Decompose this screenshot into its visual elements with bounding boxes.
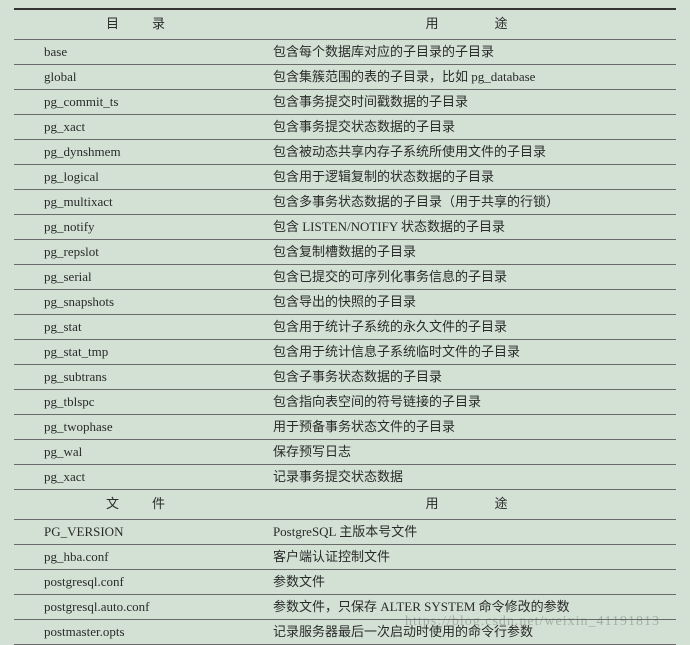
directory-desc: 包含 LISTEN/NOTIFY 状态数据的子目录 — [259, 214, 676, 239]
table-row: pg_subtrans包含子事务状态数据的子目录 — [14, 364, 676, 389]
table-row: pg_commit_ts包含事务提交时间戳数据的子目录 — [14, 89, 676, 114]
table-row: pg_twophase用于预备事务状态文件的子目录 — [14, 414, 676, 439]
directory-desc: 包含已提交的可序列化事务信息的子目录 — [259, 264, 676, 289]
table-subheader-row: 文 件 用 途 — [14, 489, 676, 519]
directory-desc: 包含用于统计子系统的永久文件的子目录 — [259, 314, 676, 339]
file-desc: 参数文件 — [259, 569, 676, 594]
directory-name: pg_multixact — [14, 189, 259, 214]
directory-desc: 保存预写日志 — [259, 439, 676, 464]
table-row: pg_stat_tmp包含用于统计信息子系统临时文件的子目录 — [14, 339, 676, 364]
directory-desc: 包含用于逻辑复制的状态数据的子目录 — [259, 164, 676, 189]
file-desc: 参数文件，只保存 ALTER SYSTEM 命令修改的参数 — [259, 594, 676, 619]
directory-name: pg_dynshmem — [14, 139, 259, 164]
file-desc: 记录服务器最后一次启动时使用的命令行参数 — [259, 619, 676, 644]
directory-desc: 包含事务提交状态数据的子目录 — [259, 114, 676, 139]
file-name: postgresql.auto.conf — [14, 594, 259, 619]
directory-name: pg_xact — [14, 114, 259, 139]
table-row: global包含集簇范围的表的子目录，比如 pg_database — [14, 64, 676, 89]
table-row: pg_stat包含用于统计子系统的永久文件的子目录 — [14, 314, 676, 339]
header-usage: 用 途 — [259, 9, 676, 39]
directory-name: pg_repslot — [14, 239, 259, 264]
table-row: pg_xact包含事务提交状态数据的子目录 — [14, 114, 676, 139]
directory-name: pg_stat_tmp — [14, 339, 259, 364]
table-row: postgresql.conf参数文件 — [14, 569, 676, 594]
directory-desc: 包含指向表空间的符号链接的子目录 — [259, 389, 676, 414]
directory-desc: 用于预备事务状态文件的子目录 — [259, 414, 676, 439]
file-name: postmaster.opts — [14, 619, 259, 644]
directory-name: pg_subtrans — [14, 364, 259, 389]
table-row: pg_logical包含用于逻辑复制的状态数据的子目录 — [14, 164, 676, 189]
table-row: pg_multixact包含多事务状态数据的子目录（用于共享的行锁） — [14, 189, 676, 214]
table-row: pg_tblspc包含指向表空间的符号链接的子目录 — [14, 389, 676, 414]
table-row: pg_repslot包含复制槽数据的子目录 — [14, 239, 676, 264]
file-name: pg_hba.conf — [14, 544, 259, 569]
directory-name: base — [14, 39, 259, 64]
file-desc: PostgreSQL 主版本号文件 — [259, 519, 676, 544]
header-usage-2: 用 途 — [259, 489, 676, 519]
directory-desc: 包含导出的快照的子目录 — [259, 289, 676, 314]
table-header-row: 目 录 用 途 — [14, 9, 676, 39]
file-desc: 客户端认证控制文件 — [259, 544, 676, 569]
directory-desc: 包含事务提交时间戳数据的子目录 — [259, 89, 676, 114]
table-row: pg_notify包含 LISTEN/NOTIFY 状态数据的子目录 — [14, 214, 676, 239]
directory-desc: 包含每个数据库对应的子目录的子目录 — [259, 39, 676, 64]
directory-desc: 包含用于统计信息子系统临时文件的子目录 — [259, 339, 676, 364]
file-name: postgresql.conf — [14, 569, 259, 594]
directory-name: global — [14, 64, 259, 89]
directory-desc: 包含被动态共享内存子系统所使用文件的子目录 — [259, 139, 676, 164]
directory-table: 目 录 用 途 base包含每个数据库对应的子目录的子目录global包含集簇范… — [14, 8, 676, 645]
file-name: PG_VERSION — [14, 519, 259, 544]
directory-name: pg_serial — [14, 264, 259, 289]
directory-desc: 记录事务提交状态数据 — [259, 464, 676, 489]
header-directory: 目 录 — [14, 9, 259, 39]
directory-name: pg_wal — [14, 439, 259, 464]
directory-name: pg_xact — [14, 464, 259, 489]
directory-name: pg_logical — [14, 164, 259, 189]
table-row: base包含每个数据库对应的子目录的子目录 — [14, 39, 676, 64]
table-row: pg_hba.conf客户端认证控制文件 — [14, 544, 676, 569]
directory-name: pg_commit_ts — [14, 89, 259, 114]
table-row: pg_xact记录事务提交状态数据 — [14, 464, 676, 489]
directory-desc: 包含复制槽数据的子目录 — [259, 239, 676, 264]
table-row: pg_serial包含已提交的可序列化事务信息的子目录 — [14, 264, 676, 289]
header-file: 文 件 — [14, 489, 259, 519]
directory-name: pg_tblspc — [14, 389, 259, 414]
table-row: pg_dynshmem包含被动态共享内存子系统所使用文件的子目录 — [14, 139, 676, 164]
directory-desc: 包含子事务状态数据的子目录 — [259, 364, 676, 389]
directory-name: pg_stat — [14, 314, 259, 339]
directory-name: pg_notify — [14, 214, 259, 239]
table-row: pg_wal保存预写日志 — [14, 439, 676, 464]
table-row: pg_snapshots包含导出的快照的子目录 — [14, 289, 676, 314]
table-row: postmaster.opts记录服务器最后一次启动时使用的命令行参数 — [14, 619, 676, 644]
table-row: postgresql.auto.conf参数文件，只保存 ALTER SYSTE… — [14, 594, 676, 619]
directory-name: pg_twophase — [14, 414, 259, 439]
directory-desc: 包含多事务状态数据的子目录（用于共享的行锁） — [259, 189, 676, 214]
directory-name: pg_snapshots — [14, 289, 259, 314]
directory-desc: 包含集簇范围的表的子目录，比如 pg_database — [259, 64, 676, 89]
table-row: PG_VERSIONPostgreSQL 主版本号文件 — [14, 519, 676, 544]
